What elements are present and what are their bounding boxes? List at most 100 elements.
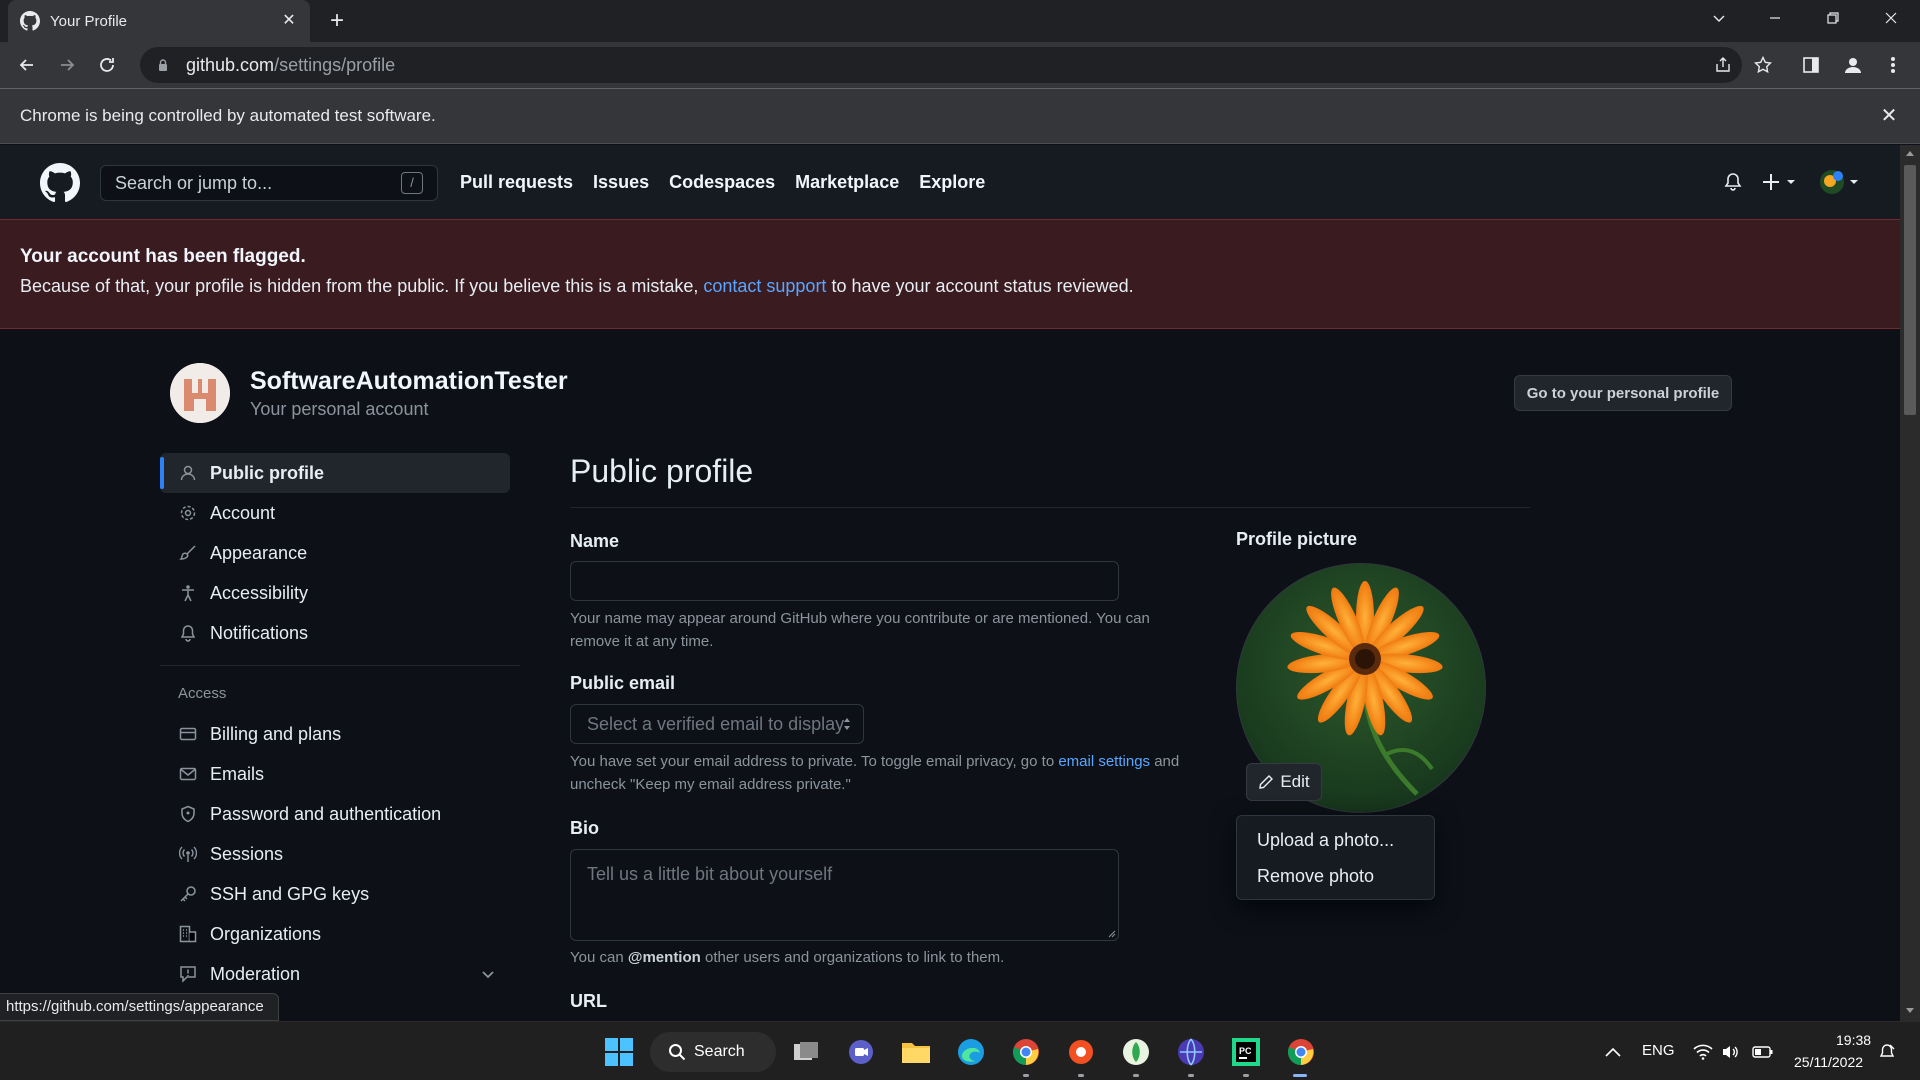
go-to-personal-profile-button[interactable]: Go to your personal profile xyxy=(1514,375,1732,411)
back-icon[interactable] xyxy=(12,50,42,80)
scroll-down-icon[interactable] xyxy=(1905,1007,1915,1015)
side-panel-icon[interactable] xyxy=(1796,50,1826,80)
task-view-icon[interactable] xyxy=(789,1035,823,1069)
bio-textarea[interactable]: Tell us a little bit about yourself xyxy=(570,849,1119,941)
search-icon xyxy=(669,1044,686,1061)
notification-center-icon[interactable] xyxy=(1870,1035,1904,1069)
windows-start-icon[interactable] xyxy=(602,1035,636,1069)
sidebar-item-account[interactable]: Account xyxy=(160,493,520,533)
tray-chevron-up-icon[interactable] xyxy=(1596,1035,1630,1069)
infobar-close-icon[interactable]: ✕ xyxy=(1878,105,1900,127)
create-new-plus-icon[interactable] xyxy=(1762,167,1798,197)
scroll-up-icon[interactable] xyxy=(1905,149,1915,157)
forward-icon[interactable] xyxy=(52,50,82,80)
bookmark-star-icon[interactable] xyxy=(1748,50,1778,80)
page-scrollbar[interactable] xyxy=(1900,145,1920,1021)
nav-codespaces[interactable]: Codespaces xyxy=(669,172,775,193)
contact-support-link[interactable]: contact support xyxy=(703,276,826,296)
tab-title: Your Profile xyxy=(50,12,127,30)
restore-icon[interactable] xyxy=(1804,0,1862,36)
chrome-taskbar-icon-active[interactable] xyxy=(1284,1035,1318,1069)
battery-icon[interactable] xyxy=(1746,1035,1780,1069)
sidebar-item-sessions[interactable]: Sessions xyxy=(160,834,520,874)
browser-toolbar: github.com/settings/profile xyxy=(0,42,1920,88)
account-subtitle: Your personal account xyxy=(250,399,429,419)
media-app-icon[interactable] xyxy=(1064,1035,1098,1069)
bio-label: Bio xyxy=(570,818,599,838)
broadcast-icon xyxy=(178,844,198,864)
reload-icon[interactable] xyxy=(92,50,122,80)
infobar-text: Chrome is being controlled by automated … xyxy=(20,106,436,125)
name-input[interactable] xyxy=(570,561,1119,601)
tab-close-icon[interactable]: ✕ xyxy=(280,12,298,30)
credit-card-icon xyxy=(178,724,198,744)
organization-icon xyxy=(178,924,198,944)
tab-search-chevron-icon[interactable] xyxy=(1690,0,1748,36)
sidebar-item-billing[interactable]: Billing and plans xyxy=(160,714,520,754)
automation-infobar: Chrome is being controlled by automated … xyxy=(0,88,1920,144)
profile-icon[interactable] xyxy=(1838,50,1868,80)
sidebar-item-appearance[interactable]: Appearance xyxy=(160,533,520,573)
volume-icon[interactable] xyxy=(1713,1035,1747,1069)
nav-pull-requests[interactable]: Pull requests xyxy=(460,172,573,193)
teams-chat-icon[interactable] xyxy=(844,1035,878,1069)
pycharm-icon[interactable]: PC xyxy=(1229,1035,1263,1069)
running-indicator xyxy=(1023,1074,1029,1077)
share-icon[interactable] xyxy=(1708,50,1738,80)
nav-marketplace[interactable]: Marketplace xyxy=(795,172,899,193)
pencil-icon xyxy=(1259,775,1274,789)
browser-tabstrip: Your Profile ✕ + xyxy=(0,0,1920,42)
taskbar-search-button[interactable]: Search xyxy=(650,1032,776,1072)
sidebar-item-notifications[interactable]: Notifications xyxy=(160,613,520,653)
upload-photo-menu-item[interactable]: Upload a photo... xyxy=(1237,822,1434,858)
title-divider xyxy=(570,507,1530,508)
browser-tab[interactable]: Your Profile ✕ xyxy=(8,0,310,42)
active-indicator xyxy=(1293,1074,1307,1077)
sidebar-item-public-profile[interactable]: Public profile xyxy=(160,453,510,493)
scrollbar-thumb[interactable] xyxy=(1904,165,1916,415)
input-language[interactable]: ENG xyxy=(1642,1042,1675,1059)
chevron-down-icon[interactable] xyxy=(478,964,498,984)
public-email-select[interactable]: Select a verified email to display xyxy=(570,704,864,744)
menu-kebab-icon[interactable] xyxy=(1878,50,1908,80)
url-text: github.com/settings/profile xyxy=(186,54,396,75)
person-icon xyxy=(178,463,198,483)
url-label: URL xyxy=(570,991,607,1011)
new-tab-icon[interactable]: + xyxy=(324,8,350,34)
green-app-icon[interactable] xyxy=(1119,1035,1153,1069)
sidebar-item-emails[interactable]: Emails xyxy=(160,754,520,794)
resize-grip-icon[interactable] xyxy=(1106,928,1116,938)
github-logo-icon[interactable] xyxy=(40,163,80,203)
address-bar[interactable]: github.com/settings/profile xyxy=(140,47,1742,83)
select-arrows-icon xyxy=(844,718,850,730)
close-window-icon[interactable] xyxy=(1862,0,1920,36)
remove-photo-menu-item[interactable]: Remove photo xyxy=(1237,858,1434,894)
search-input[interactable]: Search or jump to... / xyxy=(100,165,438,201)
minimize-icon[interactable] xyxy=(1746,0,1804,36)
bell-icon xyxy=(178,623,198,643)
sidebar-item-ssh-gpg[interactable]: SSH and GPG keys xyxy=(160,874,520,914)
sidebar-item-password-auth[interactable]: Password and authentication xyxy=(160,794,520,834)
account-avatar[interactable] xyxy=(170,363,230,423)
edge-browser-icon[interactable] xyxy=(954,1035,988,1069)
user-avatar-menu[interactable] xyxy=(1818,167,1860,197)
sidebar-item-moderation[interactable]: Moderation xyxy=(160,954,520,994)
sidebar-item-accessibility[interactable]: Accessibility xyxy=(160,573,520,613)
clock-date[interactable]: 25/11/2022 xyxy=(1794,1054,1863,1070)
mail-icon xyxy=(178,764,198,784)
notifications-bell-icon[interactable] xyxy=(1722,167,1744,197)
clock-time[interactable]: 19:38 xyxy=(1836,1032,1871,1048)
edit-profile-picture-button[interactable]: Edit xyxy=(1246,763,1322,801)
search-shortcut-key: / xyxy=(401,172,423,194)
report-icon xyxy=(178,964,198,984)
file-explorer-icon[interactable] xyxy=(899,1035,933,1069)
nav-explore[interactable]: Explore xyxy=(919,172,985,193)
nav-issues[interactable]: Issues xyxy=(593,172,649,193)
email-settings-link[interactable]: email settings xyxy=(1058,753,1150,770)
profile-picture-label: Profile picture xyxy=(1236,529,1358,549)
chrome-taskbar-icon[interactable] xyxy=(1009,1035,1043,1069)
github-favicon-icon xyxy=(20,11,40,31)
globe-app-icon[interactable] xyxy=(1174,1035,1208,1069)
sidebar-item-organizations[interactable]: Organizations xyxy=(160,914,520,954)
paintbrush-icon xyxy=(178,543,198,563)
